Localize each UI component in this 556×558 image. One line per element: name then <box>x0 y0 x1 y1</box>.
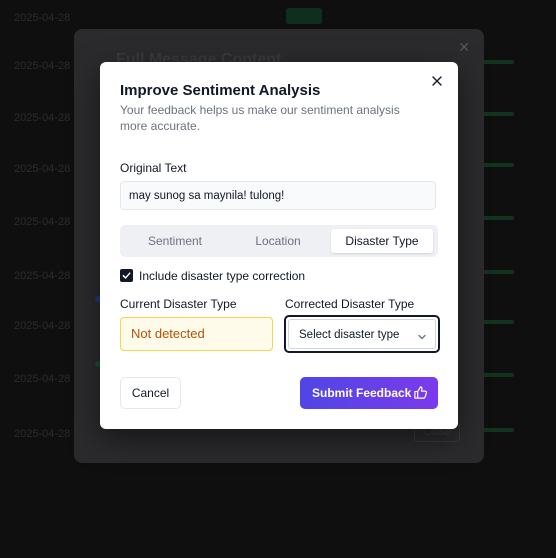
improve-sentiment-dialog: Improve Sentiment Analysis Your feedback… <box>100 62 458 429</box>
current-disaster-label: Current Disaster Type <box>120 297 237 311</box>
row-date: 2025-04-28 <box>14 320 71 332</box>
row-date: 2025-04-28 <box>14 270 71 282</box>
include-disaster-checkbox[interactable] <box>120 269 133 282</box>
correction-tabs: Sentiment Location Disaster Type <box>120 225 438 257</box>
row-date: 2025-04-28 <box>14 428 71 440</box>
dialog-subtitle: Your feedback helps us make our sentimen… <box>120 103 400 133</box>
row-date: 2025-04-28 <box>14 60 71 72</box>
submit-label: Submit Feedback <box>312 386 412 400</box>
submit-feedback-button[interactable]: Submit Feedback <box>300 377 438 409</box>
corrected-disaster-label: Corrected Disaster Type <box>285 297 415 311</box>
row-date: 2025-04-28 <box>14 373 71 385</box>
dialog-title: Improve Sentiment Analysis <box>120 82 321 99</box>
disaster-type-select[interactable]: Select disaster type <box>284 315 440 353</box>
row-date: 2025-04-28 <box>14 12 71 24</box>
select-placeholder: Select disaster type <box>299 329 400 341</box>
close-icon[interactable]: ✕ <box>458 39 470 56</box>
close-icon[interactable] <box>428 72 446 90</box>
row-date: 2025-04-28 <box>14 163 71 175</box>
tab-sentiment[interactable]: Sentiment <box>124 229 226 253</box>
cancel-button[interactable]: Cancel <box>120 377 181 409</box>
row-date: 2025-04-28 <box>14 216 71 228</box>
tab-disaster-type[interactable]: Disaster Type <box>331 229 433 253</box>
original-text-label: Original Text <box>120 161 187 175</box>
chevron-down-icon <box>417 329 427 347</box>
select-inner: Select disaster type <box>288 319 436 349</box>
thumbs-up-icon <box>413 385 428 403</box>
row-date: 2025-04-28 <box>14 112 71 124</box>
tab-location[interactable]: Location <box>227 229 329 253</box>
original-text-field: may sunog sa maynila! tulong! <box>120 181 436 210</box>
include-disaster-label: Include disaster type correction <box>139 269 306 283</box>
current-disaster-value: Not detected <box>120 317 273 351</box>
